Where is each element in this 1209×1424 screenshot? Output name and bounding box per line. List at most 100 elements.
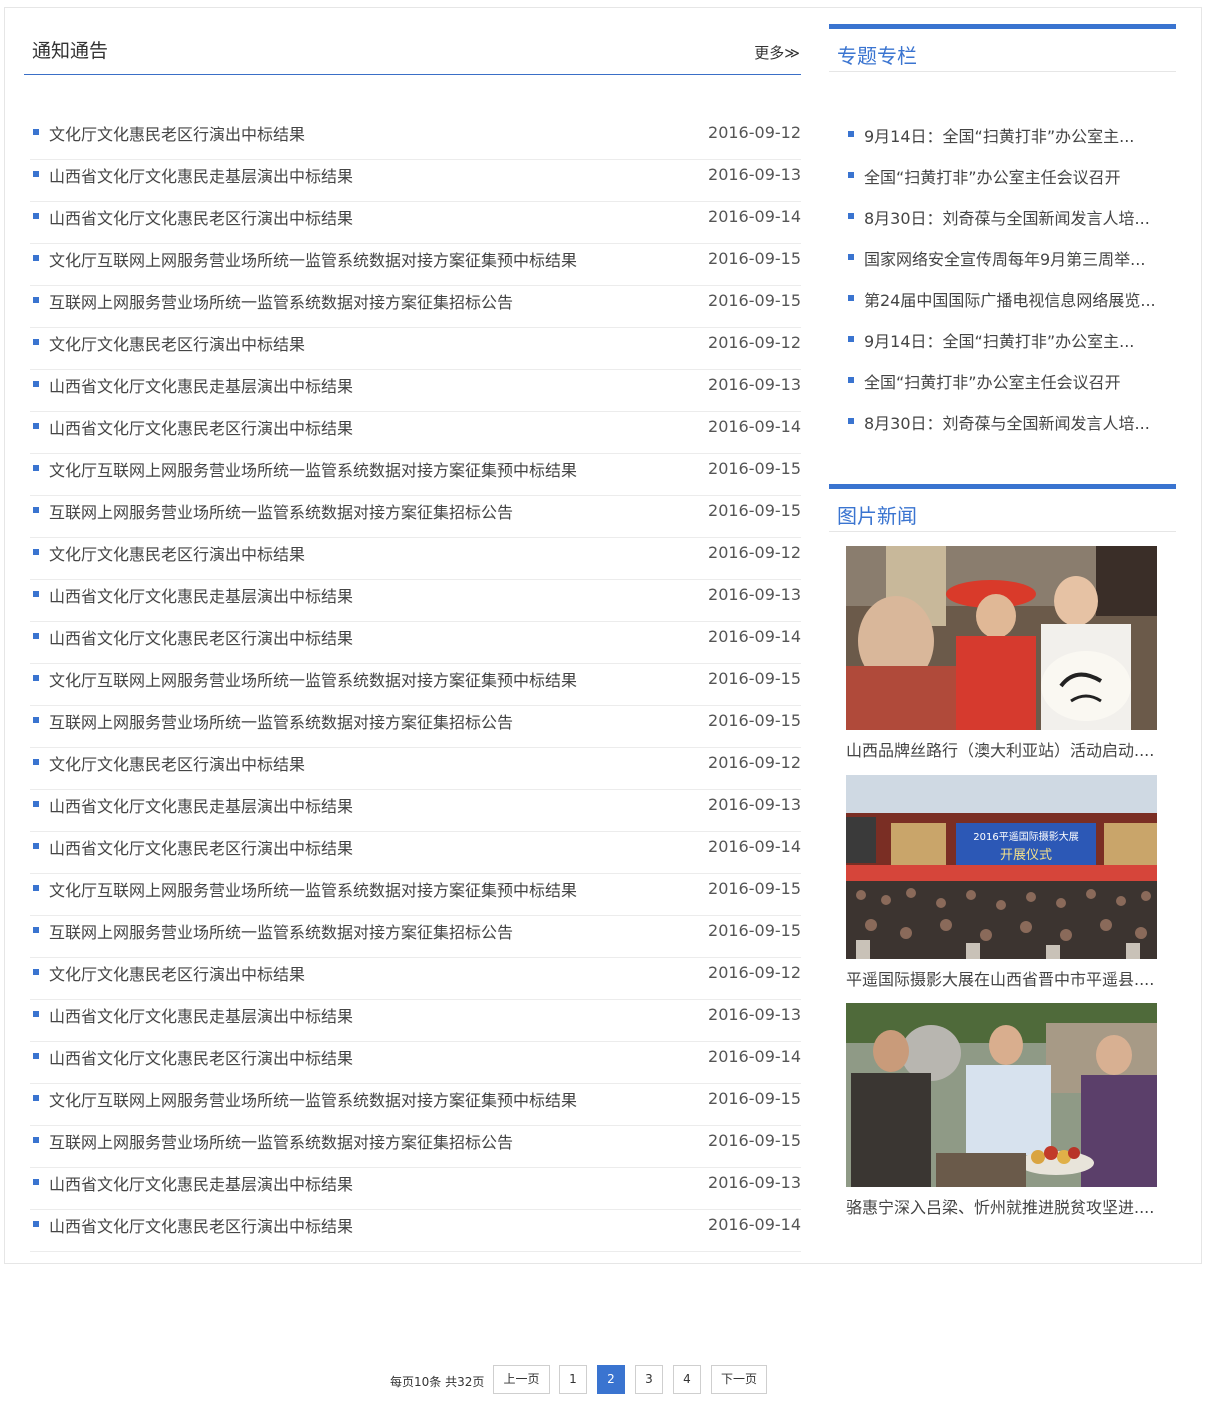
notice-title[interactable]: 山西省文化厅文化惠民老区行演出中标结果 — [49, 205, 353, 229]
topic-item[interactable]: 全国“扫黄打非”办公室主任会议召开 — [846, 164, 1161, 205]
notice-title[interactable]: 文化厅互联网上网服务营业场所统一监管系统数据对接方案征集预中标结果 — [49, 247, 577, 271]
notice-title[interactable]: 互联网上网服务营业场所统一监管系统数据对接方案征集招标公告 — [49, 289, 513, 313]
notice-title[interactable]: 文化厅文化惠民老区行演出中标结果 — [49, 751, 305, 775]
bullet-icon — [33, 1053, 39, 1059]
notice-title[interactable]: 文化厅文化惠民老区行演出中标结果 — [49, 541, 305, 565]
notice-title[interactable]: 山西省文化厅文化惠民老区行演出中标结果 — [49, 835, 353, 859]
notice-title[interactable]: 文化厅文化惠民老区行演出中标结果 — [49, 121, 305, 145]
notice-row[interactable]: 山西省文化厅文化惠民走基层演出中标结果 2016-09-13 — [30, 791, 801, 832]
notice-row[interactable]: 山西省文化厅文化惠民老区行演出中标结果 2016-09-14 — [30, 833, 801, 874]
notice-row[interactable]: 山西省文化厅文化惠民走基层演出中标结果 2016-09-13 — [30, 161, 801, 202]
notice-title[interactable]: 山西省文化厅文化惠民走基层演出中标结果 — [49, 1171, 353, 1195]
page-button-3[interactable]: 3 — [635, 1365, 663, 1394]
topic-item[interactable]: 9月14日：全国“扫黄打非”办公室主... — [846, 123, 1161, 164]
notice-title[interactable]: 文化厅互联网上网服务营业场所统一监管系统数据对接方案征集预中标结果 — [49, 877, 577, 901]
bullet-icon — [33, 549, 39, 555]
notice-date: 2016-09-12 — [708, 123, 801, 142]
notice-row[interactable]: 山西省文化厅文化惠民老区行演出中标结果 2016-09-14 — [30, 203, 801, 244]
page-button-4[interactable]: 4 — [673, 1365, 701, 1394]
notice-title[interactable]: 山西省文化厅文化惠民老区行演出中标结果 — [49, 625, 353, 649]
notice-title[interactable]: 山西省文化厅文化惠民走基层演出中标结果 — [49, 793, 353, 817]
pagination-info: 每页10条 共32页 — [390, 1375, 485, 1389]
notice-row[interactable]: 山西省文化厅文化惠民走基层演出中标结果 2016-09-13 — [30, 1169, 801, 1210]
notice-row[interactable]: 文化厅文化惠民老区行演出中标结果 2016-09-12 — [30, 749, 801, 790]
notice-row[interactable]: 文化厅文化惠民老区行演出中标结果 2016-09-12 — [30, 329, 801, 370]
notice-title[interactable]: 山西省文化厅文化惠民走基层演出中标结果 — [49, 373, 353, 397]
notice-row[interactable]: 山西省文化厅文化惠民走基层演出中标结果 2016-09-13 — [30, 581, 801, 622]
bullet-icon — [33, 633, 39, 639]
topic-link[interactable]: 全国“扫黄打非”办公室主任会议召开 — [864, 164, 1121, 188]
notice-title[interactable]: 互联网上网服务营业场所统一监管系统数据对接方案征集招标公告 — [49, 499, 513, 523]
notice-row[interactable]: 文化厅互联网上网服务营业场所统一监管系统数据对接方案征集预中标结果 2016-09… — [30, 665, 801, 706]
topic-item[interactable]: 国家网络安全宣传周每年9月第三周举... — [846, 246, 1161, 287]
topic-item[interactable]: 8月30日：刘奇葆与全国新闻发言人培... — [846, 410, 1161, 451]
notice-row[interactable]: 互联网上网服务营业场所统一监管系统数据对接方案征集招标公告 2016-09-15 — [30, 917, 801, 958]
notice-title[interactable]: 文化厅互联网上网服务营业场所统一监管系统数据对接方案征集预中标结果 — [49, 1087, 577, 1111]
bullet-icon — [848, 131, 854, 137]
notice-row[interactable]: 山西省文化厅文化惠民走基层演出中标结果 2016-09-13 — [30, 1001, 801, 1042]
notice-title[interactable]: 文化厅文化惠民老区行演出中标结果 — [49, 331, 305, 355]
notice-date: 2016-09-15 — [708, 501, 801, 520]
topic-link[interactable]: 9月14日：全国“扫黄打非”办公室主... — [864, 123, 1134, 147]
notice-date: 2016-09-12 — [708, 543, 801, 562]
notice-title[interactable]: 山西省文化厅文化惠民走基层演出中标结果 — [49, 583, 353, 607]
notice-row[interactable]: 文化厅文化惠民老区行演出中标结果 2016-09-12 — [30, 119, 801, 160]
notice-title[interactable]: 互联网上网服务营业场所统一监管系统数据对接方案征集招标公告 — [49, 919, 513, 943]
photo-card[interactable]: 山西品牌丝路行（澳大利亚站）活动启动.... — [846, 546, 1157, 761]
notice-date: 2016-09-13 — [708, 795, 801, 814]
notice-title[interactable]: 山西省文化厅文化惠民老区行演出中标结果 — [49, 1045, 353, 1069]
notice-title[interactable]: 互联网上网服务营业场所统一监管系统数据对接方案征集招标公告 — [49, 709, 513, 733]
topic-link[interactable]: 8月30日：刘奇葆与全国新闻发言人培... — [864, 205, 1150, 229]
notice-row[interactable]: 山西省文化厅文化惠民老区行演出中标结果 2016-09-14 — [30, 623, 801, 664]
notice-row[interactable]: 互联网上网服务营业场所统一监管系统数据对接方案征集招标公告 2016-09-15 — [30, 707, 801, 748]
photo-news-title: 图片新闻 — [837, 504, 917, 528]
notice-row[interactable]: 文化厅文化惠民老区行演出中标结果 2016-09-12 — [30, 959, 801, 1000]
notice-row[interactable]: 山西省文化厅文化惠民走基层演出中标结果 2016-09-13 — [30, 371, 801, 412]
notice-title[interactable]: 山西省文化厅文化惠民老区行演出中标结果 — [49, 1213, 353, 1237]
notice-row[interactable]: 山西省文化厅文化惠民老区行演出中标结果 2016-09-14 — [30, 1211, 801, 1252]
photo-crowd-celebration-image — [846, 546, 1157, 730]
notice-title[interactable]: 山西省文化厅文化惠民走基层演出中标结果 — [49, 163, 353, 187]
notice-row[interactable]: 山西省文化厅文化惠民老区行演出中标结果 2016-09-14 — [30, 1043, 801, 1084]
prev-page-button[interactable]: 上一页 — [493, 1365, 550, 1394]
topic-link[interactable]: 国家网络安全宣传周每年9月第三周举... — [864, 246, 1145, 270]
notice-title[interactable]: 互联网上网服务营业场所统一监管系统数据对接方案征集招标公告 — [49, 1129, 513, 1153]
topic-item[interactable]: 8月30日：刘奇葆与全国新闻发言人培... — [846, 205, 1161, 246]
notice-row[interactable]: 互联网上网服务营业场所统一监管系统数据对接方案征集招标公告 2016-09-15 — [30, 287, 801, 328]
topic-link[interactable]: 全国“扫黄打非”办公室主任会议召开 — [864, 369, 1121, 393]
photo-stage-ceremony-image: 2016平遥国际摄影大展 开展仪式 — [846, 775, 1157, 959]
notice-row[interactable]: 文化厅互联网上网服务营业场所统一监管系统数据对接方案征集预中标结果 2016-09… — [30, 875, 801, 916]
more-link[interactable]: 更多≫ — [754, 42, 800, 63]
topic-item[interactable]: 全国“扫黄打非”办公室主任会议召开 — [846, 369, 1161, 410]
topic-link[interactable]: 8月30日：刘奇葆与全国新闻发言人培... — [864, 410, 1150, 434]
notice-row[interactable]: 文化厅互联网上网服务营业场所统一监管系统数据对接方案征集预中标结果 2016-09… — [30, 455, 801, 496]
bullet-icon — [33, 171, 39, 177]
topic-item[interactable]: 第24届中国国际广播电视信息网络展览... — [846, 287, 1161, 328]
bullet-icon — [33, 843, 39, 849]
photo-card[interactable]: 骆惠宁深入吕梁、忻州就推进脱贫攻坚进.... — [846, 1003, 1157, 1218]
notice-row[interactable]: 山西省文化厅文化惠民老区行演出中标结果 2016-09-14 — [30, 413, 801, 454]
notice-row[interactable]: 互联网上网服务营业场所统一监管系统数据对接方案征集招标公告 2016-09-15 — [30, 1127, 801, 1168]
notice-row[interactable]: 文化厅互联网上网服务营业场所统一监管系统数据对接方案征集预中标结果 2016-09… — [30, 1085, 801, 1126]
notice-title[interactable]: 山西省文化厅文化惠民老区行演出中标结果 — [49, 415, 353, 439]
page-button-1[interactable]: 1 — [559, 1365, 587, 1394]
topic-item[interactable]: 9月14日：全国“扫黄打非”办公室主... — [846, 328, 1161, 369]
topic-link[interactable]: 9月14日：全国“扫黄打非”办公室主... — [864, 328, 1134, 352]
bullet-icon — [33, 675, 39, 681]
notice-title[interactable]: 山西省文化厅文化惠民走基层演出中标结果 — [49, 1003, 353, 1027]
photo-card[interactable]: 2016平遥国际摄影大展 开展仪式 平遥国际摄影大展在山西省晋中市平遥县.... — [846, 775, 1157, 990]
bullet-icon — [33, 423, 39, 429]
notice-row[interactable]: 互联网上网服务营业场所统一监管系统数据对接方案征集招标公告 2016-09-15 — [30, 497, 801, 538]
next-page-button[interactable]: 下一页 — [711, 1365, 767, 1394]
notice-date: 2016-09-14 — [708, 837, 801, 856]
notice-date: 2016-09-15 — [708, 291, 801, 310]
notice-title[interactable]: 文化厅文化惠民老区行演出中标结果 — [49, 961, 305, 985]
bullet-icon — [33, 1095, 39, 1101]
notice-title[interactable]: 文化厅互联网上网服务营业场所统一监管系统数据对接方案征集预中标结果 — [49, 667, 577, 691]
topic-link[interactable]: 第24届中国国际广播电视信息网络展览... — [864, 287, 1156, 311]
notice-row[interactable]: 文化厅互联网上网服务营业场所统一监管系统数据对接方案征集预中标结果 2016-09… — [30, 245, 801, 286]
page-button-2[interactable]: 2 — [597, 1365, 625, 1394]
notice-date: 2016-09-15 — [708, 459, 801, 478]
notice-row[interactable]: 文化厅文化惠民老区行演出中标结果 2016-09-12 — [30, 539, 801, 580]
notice-title[interactable]: 文化厅互联网上网服务营业场所统一监管系统数据对接方案征集预中标结果 — [49, 457, 577, 481]
